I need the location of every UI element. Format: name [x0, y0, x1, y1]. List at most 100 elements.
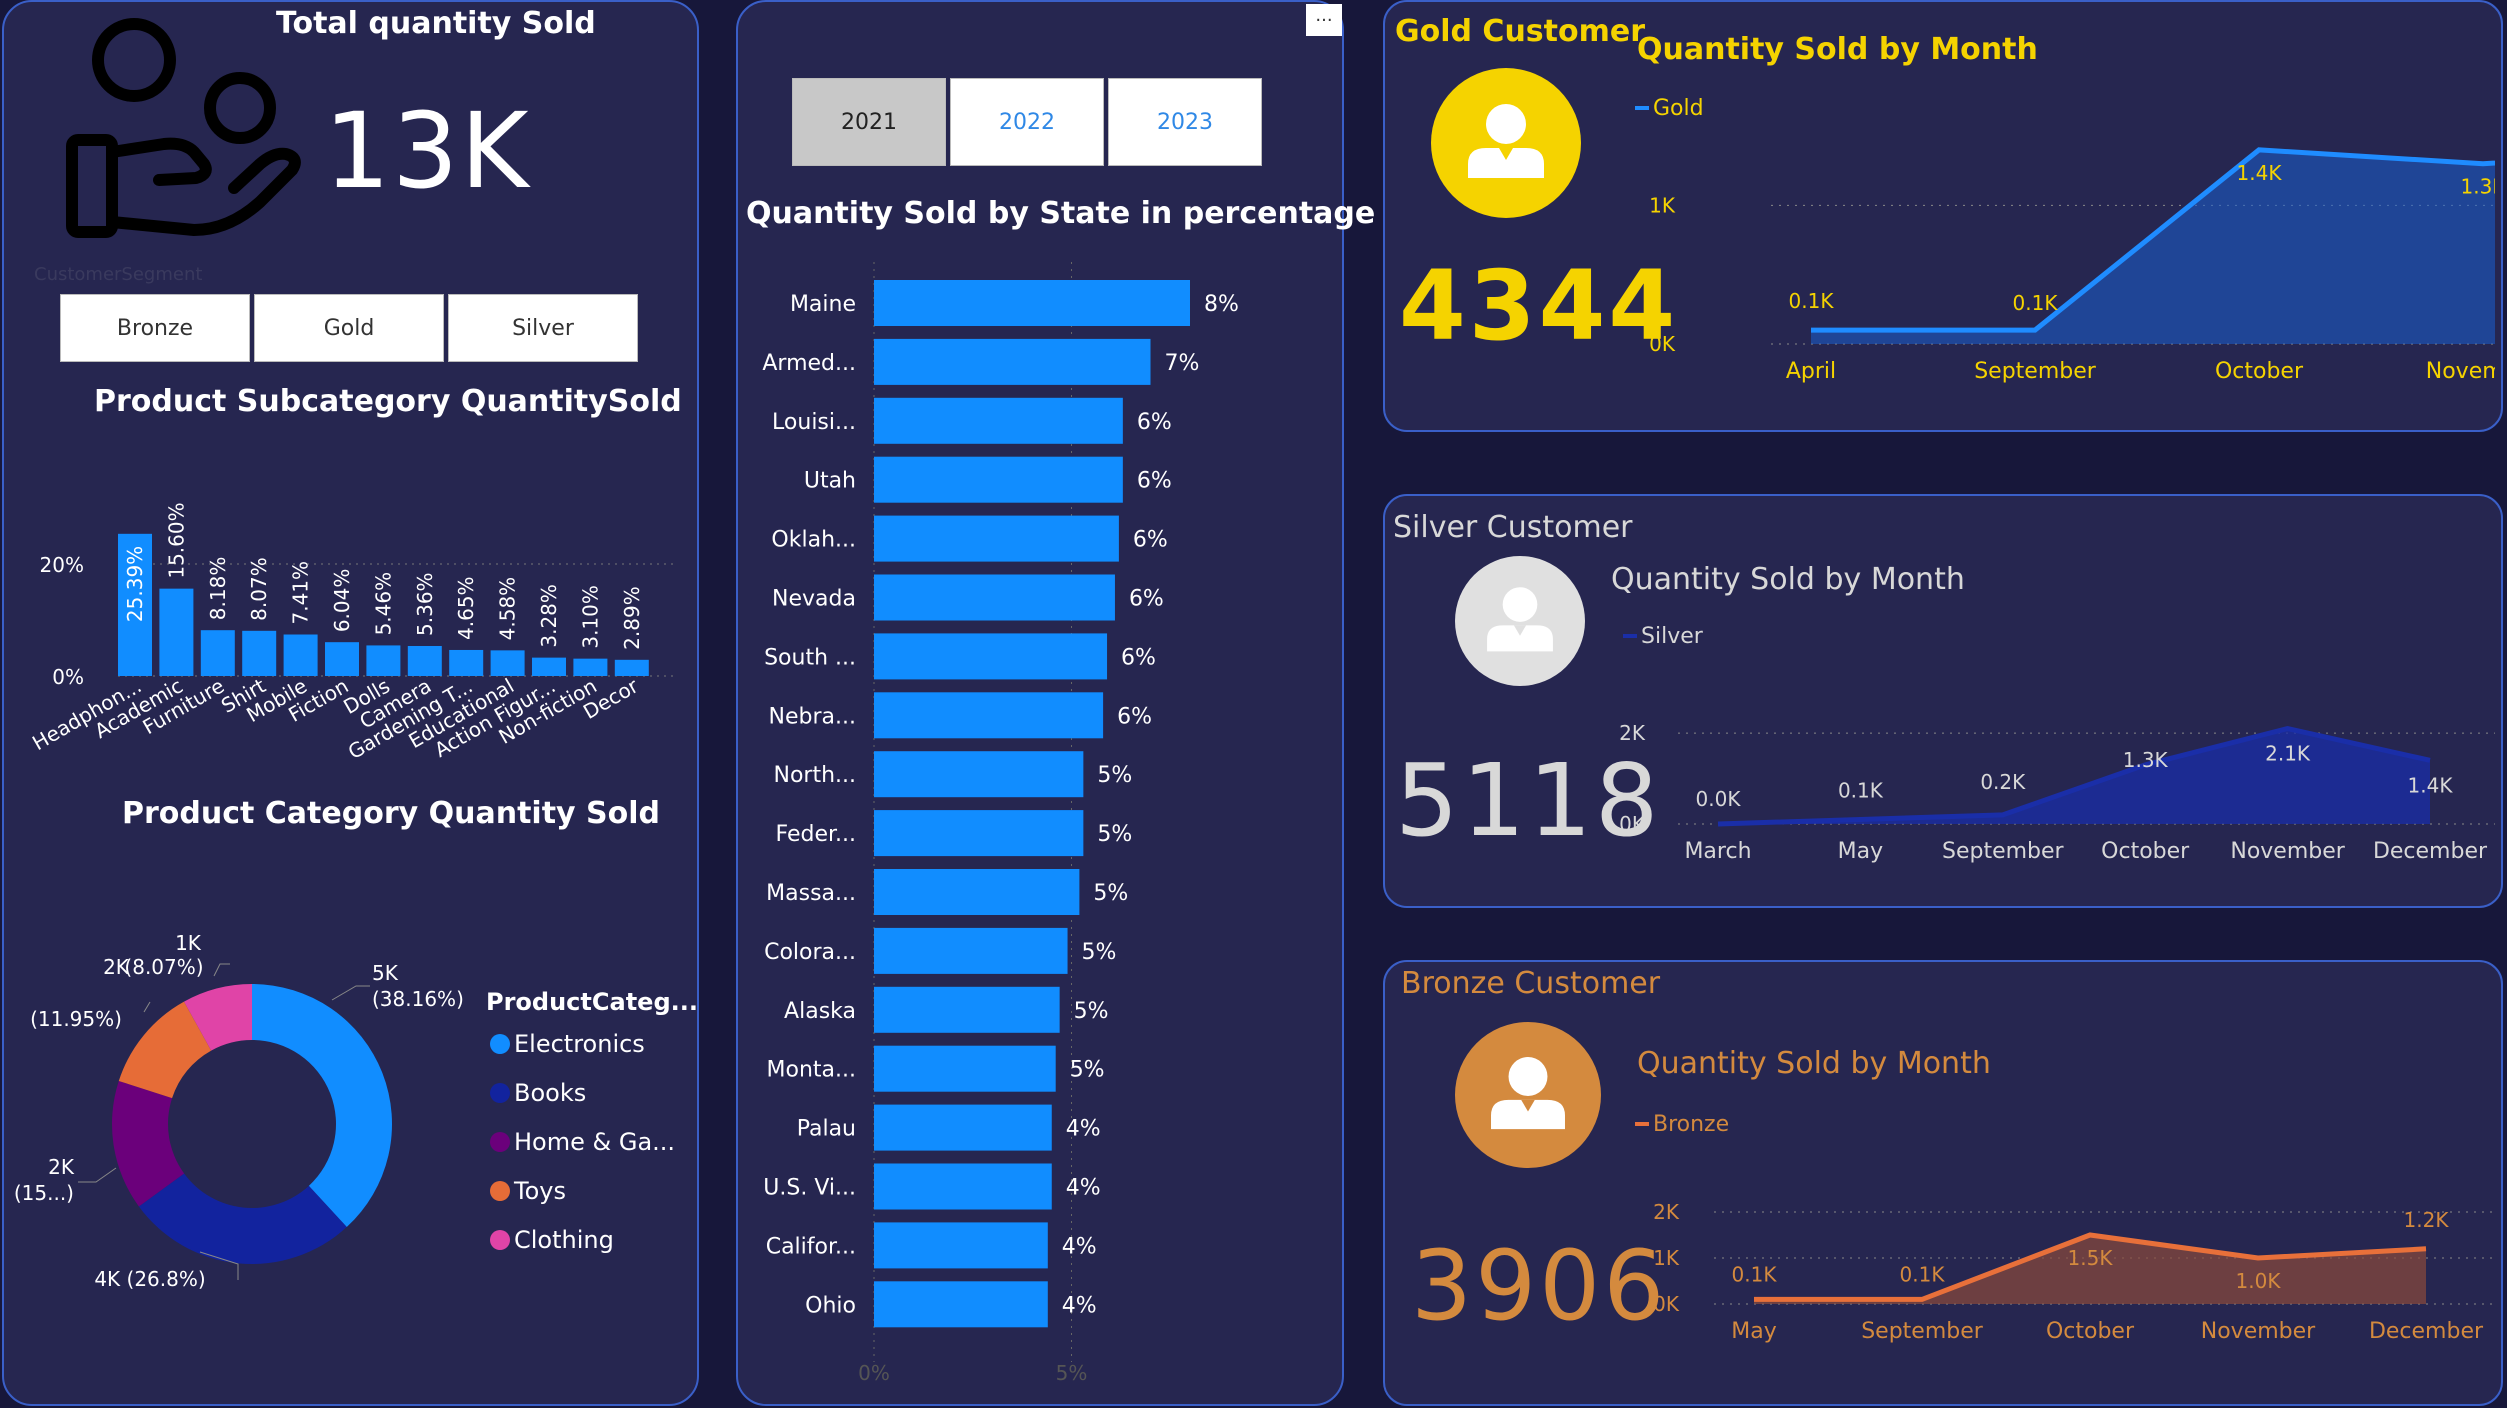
donut-label-toys-pct: (11.95%) [30, 1007, 122, 1031]
data-label: 1.4K [2408, 773, 2454, 797]
state-tick-label: Massa... [766, 881, 856, 906]
state-data-label: 6% [1117, 704, 1152, 729]
state-tick-label: Oklah... [771, 528, 856, 553]
bronze-chart-title: Quantity Sold by Month [1637, 1046, 1991, 1081]
y-tick-label: 0K [1619, 812, 1646, 836]
data-label: 2.1K [2265, 742, 2311, 766]
legend-marker [490, 1083, 510, 1103]
x-tick-label: September [1861, 1319, 1984, 1344]
state-bar [874, 1222, 1048, 1269]
state-bar [874, 1163, 1052, 1210]
more-options-button[interactable]: ... [1306, 4, 1342, 36]
state-bar [874, 751, 1084, 798]
state-data-label: 4% [1062, 1293, 1097, 1318]
state-bar [874, 986, 1060, 1033]
silver-month-area-chart: Silver 2K 0K 0.0K March 0.1K May 0.2K September 1… [1619, 624, 2495, 864]
left-panel: Total quantity Sold 13K CustomerSegment … [2, 0, 699, 1406]
data-label: 1.5K [2068, 1246, 2114, 1270]
leader-line [143, 1001, 151, 1013]
state-data-label: 5% [1082, 940, 1117, 965]
subcategory-data-label: 25.39% [123, 546, 147, 622]
state-tick-label: Alaska [784, 999, 856, 1024]
state-tick-label: North... [773, 763, 856, 788]
state-bar [874, 1045, 1056, 1092]
state-data-label: 4% [1066, 1176, 1101, 1201]
segment-gold-button[interactable]: Gold [254, 294, 444, 362]
subcategory-bar [366, 645, 401, 676]
segment-slicer-label: CustomerSegment [34, 264, 203, 285]
subcategory-data-label: 7.41% [289, 561, 313, 625]
x-tick-label: October [2101, 839, 2190, 864]
hand-people-icon [66, 18, 301, 238]
state-bar [874, 869, 1080, 915]
state-bar [874, 397, 1123, 444]
x-tick-label: March [1684, 839, 1751, 864]
legend-label: Toys [513, 1177, 566, 1205]
leader-line [331, 985, 370, 1001]
state-bar [874, 456, 1123, 503]
data-label: 1.2K [2404, 1208, 2450, 1232]
x-tick-label: 5% [1056, 1361, 1088, 1385]
silver-card-title: Silver Customer [1393, 510, 1633, 545]
subcategory-bar [242, 630, 277, 676]
legend-label: Silver [1641, 624, 1704, 649]
state-data-label: 5% [1097, 822, 1132, 847]
state-data-label: 6% [1137, 469, 1172, 494]
leader-line [78, 1167, 117, 1183]
state-data-label: 6% [1133, 528, 1168, 553]
segment-bronze-button[interactable]: Bronze [60, 294, 250, 362]
donut-slice [252, 984, 392, 1228]
legend-label: Bronze [1653, 1112, 1729, 1137]
state-tick-label: Louisi... [772, 410, 856, 435]
y-tick-label: 20% [40, 553, 84, 577]
year-2021-button[interactable]: 2021 [792, 78, 946, 166]
segment-silver-button[interactable]: Silver [448, 294, 638, 362]
state-tick-label: Monta... [767, 1058, 856, 1083]
gold-card: Gold Customer 4344 Quantity Sold by Mont… [1383, 0, 2503, 432]
y-tick-label: 2K [1619, 721, 1646, 745]
silver-user-avatar-icon [1455, 556, 1585, 686]
subcategory-bar [449, 649, 484, 676]
subcategory-bar [614, 659, 649, 676]
donut-label-clothing-pct: (8.07%) [124, 955, 203, 979]
legend-label: Clothing [514, 1226, 614, 1254]
state-bar-chart: Maine 8% Armed... 7% Louisi... 6% Utah 6% Oklah.… [762, 262, 1239, 1385]
bronze-card: Bronze Customer 3906 Quantity Sold by Mo… [1383, 960, 2503, 1406]
state-tick-label: U.S. Vi... [763, 1176, 856, 1201]
kpi-title: Total quantity Sold [276, 6, 596, 41]
category-donut-chart: 5K (38.16%)4K (26.8%)2K (15...)2K(11.95%)(… [14, 931, 698, 1291]
state-bar [874, 927, 1068, 974]
year-2023-button[interactable]: 2023 [1108, 78, 1262, 166]
state-data-label: 5% [1097, 763, 1132, 788]
state-data-label: 8% [1204, 292, 1239, 317]
data-label: 0.1K [2013, 291, 2059, 315]
legend-marker [490, 1132, 510, 1152]
legend-marker [490, 1034, 510, 1054]
x-tick-label: November [2426, 359, 2495, 384]
data-label: 0.0K [1696, 787, 1742, 811]
subcategory-data-label: 3.10% [578, 585, 602, 649]
legend-title: ProductCateg... [486, 988, 698, 1016]
state-tick-label: Palau [797, 1117, 856, 1142]
subcategory-bar [159, 588, 194, 676]
y-tick-label: 0% [52, 665, 84, 689]
x-tick-label: November [2201, 1319, 2316, 1344]
subcategory-data-label: 8.07% [247, 557, 271, 621]
state-tick-label: Nevada [772, 587, 856, 612]
data-label: 0.1K [1789, 289, 1835, 313]
state-tick-label: Califor... [766, 1234, 856, 1259]
subcategory-data-label: 2.89% [620, 586, 644, 650]
legend-label: Home & Ga... [514, 1128, 675, 1156]
subcategory-data-label: 8.18% [206, 557, 230, 621]
year-2022-button[interactable]: 2022 [950, 78, 1104, 166]
middle-panel: 2021 2022 2023 Quantity Sold by State in… [736, 0, 1375, 1406]
legend-marker [490, 1230, 510, 1250]
bronze-month-area-chart: Bronze 2K 1K 0K 0.1K May 0.1K September 1.5K Octo… [1635, 1112, 2495, 1344]
y-tick-label: 1K [1649, 193, 1676, 217]
gold-month-area-chart: Gold 1K 0K 0.1K April 0.1K September 1.4K Octobe… [1635, 96, 2495, 384]
silver-card: Silver Customer 5118 Quantity Sold by Mo… [1383, 494, 2503, 908]
state-tick-label: Feder... [776, 822, 857, 847]
data-label: 0.1K [1838, 778, 1884, 802]
x-tick-label: December [2369, 1319, 2484, 1344]
x-tick-label: April [1786, 359, 1836, 384]
